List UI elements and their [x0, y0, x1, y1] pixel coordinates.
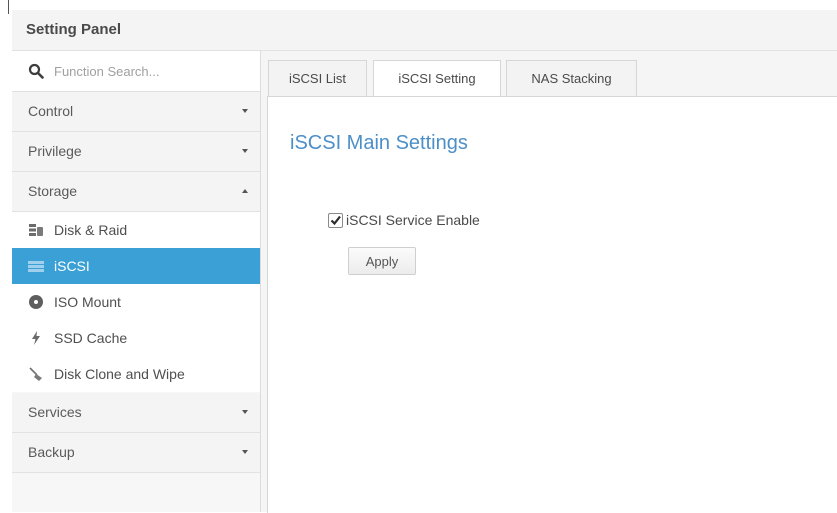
tab-nas-stacking[interactable]: NAS Stacking: [506, 60, 637, 96]
apply-button[interactable]: Apply: [348, 247, 416, 275]
sidebar-group-label: Privilege: [28, 143, 82, 159]
chevron-up-icon: [242, 189, 248, 193]
sidebar-group-services[interactable]: Services: [12, 393, 260, 433]
tab-iscsi-setting[interactable]: iSCSI Setting: [373, 60, 501, 98]
chevron-down-icon: [242, 109, 248, 113]
iso-mount-icon: [29, 295, 43, 309]
sidebar-group-backup[interactable]: Backup: [12, 433, 260, 473]
disk-raid-icon: [29, 224, 43, 236]
sidebar-item-disk-raid[interactable]: Disk & Raid: [12, 212, 260, 248]
sidebar-group-privilege[interactable]: Privilege: [12, 132, 260, 172]
chevron-down-icon: [242, 149, 248, 153]
section-title: iSCSI Main Settings: [290, 132, 468, 154]
tab-label: iSCSI Setting: [398, 71, 476, 86]
sidebar-item-iso-mount[interactable]: ISO Mount: [12, 284, 260, 320]
sidebar-item-disk-clone-wipe[interactable]: Disk Clone and Wipe: [12, 356, 260, 392]
settings-window: Setting Panel Control Privilege Storage: [0, 0, 837, 513]
sidebar-item-label: Disk & Raid: [54, 222, 128, 238]
iscsi-service-enable-checkbox[interactable]: [328, 213, 343, 228]
sidebar-item-label: Disk Clone and Wipe: [54, 366, 185, 382]
sidebar: Control Privilege Storage Disk & Raid: [12, 51, 261, 512]
tab-strip: iSCSI List iSCSI Setting NAS Stacking: [261, 51, 837, 98]
sidebar-item-label: SSD Cache: [54, 330, 128, 346]
sidebar-group-label: Control: [28, 103, 74, 119]
sidebar-group-control[interactable]: Control: [12, 92, 260, 132]
tab-label: iSCSI List: [288, 71, 347, 86]
tab-content: iSCSI Main Settings iSCSI Service Enable…: [267, 96, 837, 513]
title-bar: Setting Panel: [12, 10, 837, 51]
chevron-down-icon: [242, 450, 248, 454]
sidebar-item-label: ISO Mount: [54, 294, 121, 310]
sidebar-item-label: iSCSI: [54, 258, 90, 274]
sidebar-group-label: Services: [28, 404, 82, 420]
sidebar-group-label: Backup: [28, 444, 75, 460]
function-search-input[interactable]: [54, 59, 244, 83]
sidebar-group-storage[interactable]: Storage: [12, 172, 260, 212]
chevron-down-icon: [242, 410, 248, 414]
sidebar-item-iscsi[interactable]: iSCSI: [12, 248, 260, 284]
main-panel: iSCSI List iSCSI Setting NAS Stacking iS…: [261, 51, 837, 513]
sidebar-item-ssd-cache[interactable]: SSD Cache: [12, 320, 260, 356]
broom-icon: [29, 367, 42, 381]
window-edge-mark: [8, 0, 9, 14]
tab-label: NAS Stacking: [531, 71, 612, 86]
tab-iscsi-list[interactable]: iSCSI List: [268, 60, 367, 96]
search-icon: [28, 63, 44, 79]
iscsi-service-enable-label: iSCSI Service Enable: [346, 212, 480, 228]
iscsi-icon: [28, 261, 44, 272]
checkmark-icon: [330, 215, 341, 226]
function-search: [12, 51, 260, 92]
lightning-icon: [32, 331, 40, 345]
sidebar-group-label: Storage: [28, 183, 78, 199]
window-title: Setting Panel: [26, 21, 122, 38]
